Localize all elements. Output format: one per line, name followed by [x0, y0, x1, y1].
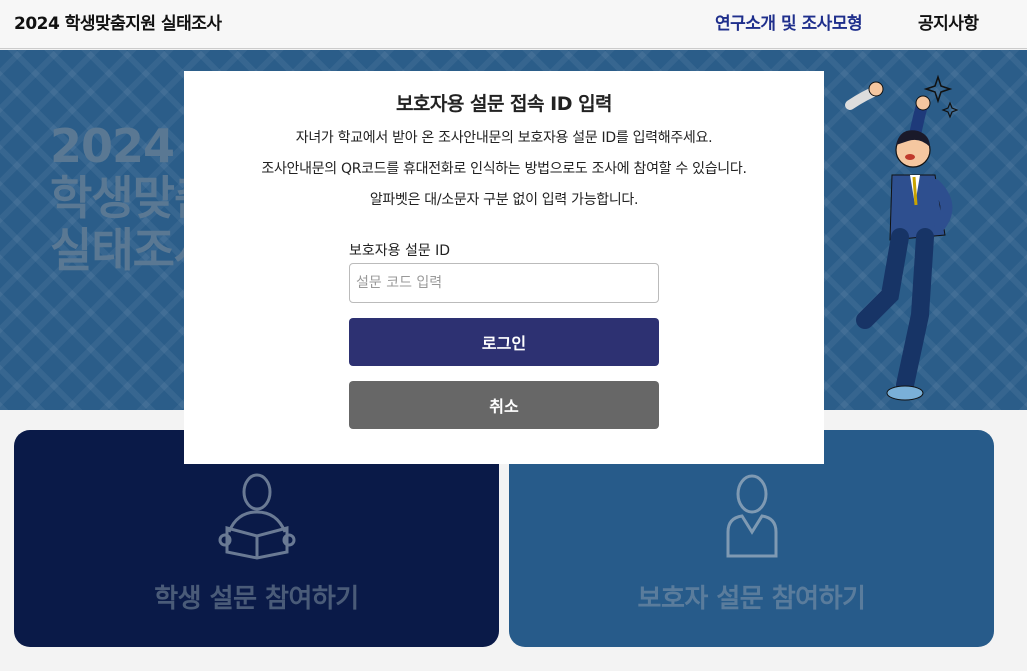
survey-id-input[interactable]	[349, 263, 659, 303]
cancel-button[interactable]: 취소	[349, 381, 659, 429]
modal-description-3: 알파벳은 대/소문자 구분 없이 입력 가능합니다.	[369, 192, 639, 208]
survey-id-label: 보호자용 설문 ID	[349, 243, 451, 259]
parent-login-modal: 보호자용 설문 접속 ID 입력 자녀가 학교에서 받아 온 조사안내문의 보호…	[184, 71, 824, 464]
modal-description-1: 자녀가 학교에서 받아 온 조사안내문의 보호자용 설문 ID를 입력해주세요.	[295, 130, 713, 146]
login-button[interactable]: 로그인	[349, 318, 659, 366]
modal-title: 보호자용 설문 접속 ID 입력	[395, 93, 613, 115]
modal-description-2: 조사안내문의 QR코드를 휴대전화로 인식하는 방법으로도 조사에 참여할 수 …	[261, 161, 747, 177]
